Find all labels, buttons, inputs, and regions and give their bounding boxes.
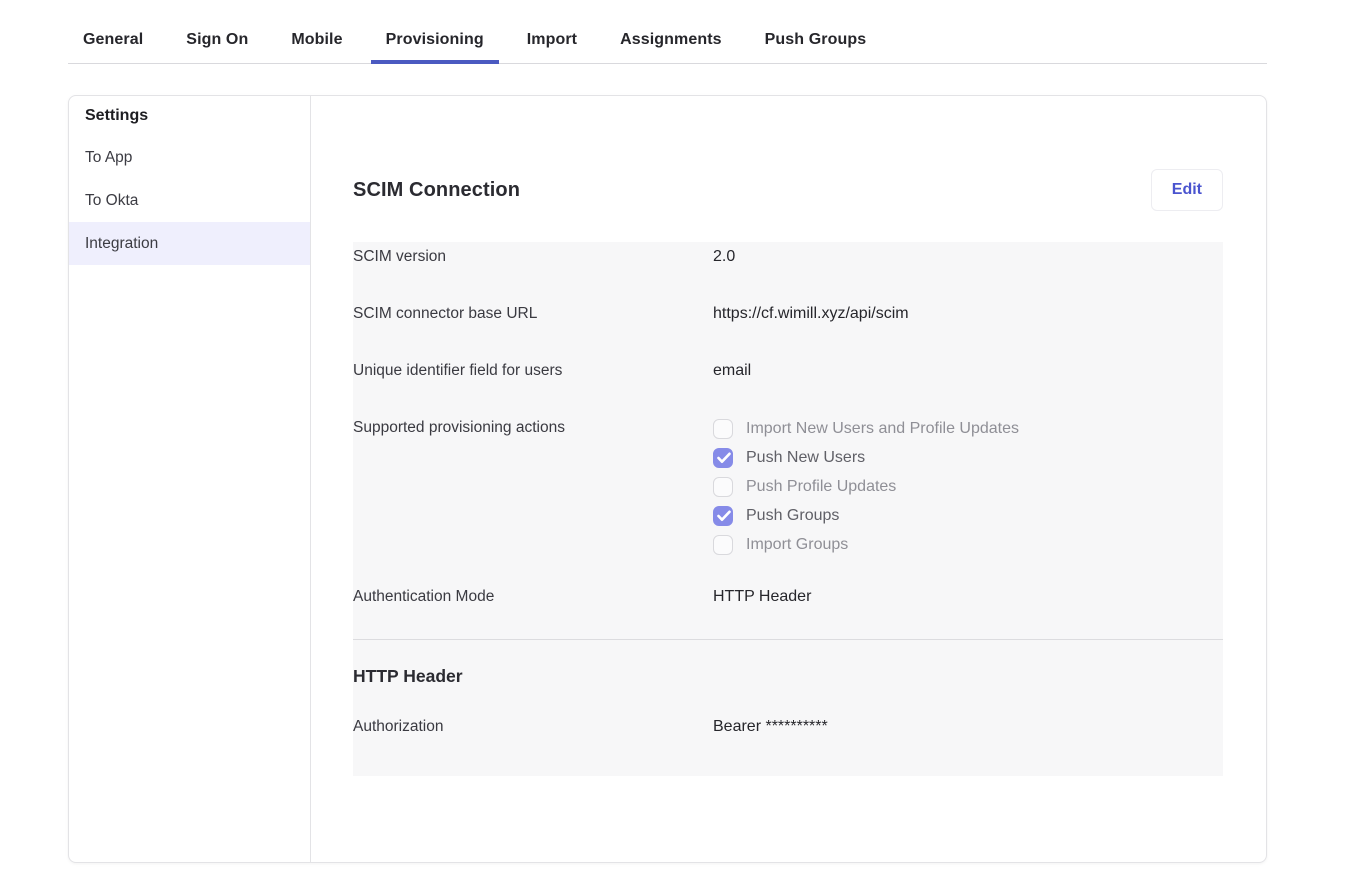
sidebar-item-integration[interactable]: Integration <box>69 222 310 265</box>
field-value: HTTP Header <box>713 588 1223 606</box>
field-label: Authorization <box>353 718 713 736</box>
tab-mobile[interactable]: Mobile <box>276 20 357 64</box>
option-push-new-users: Push New Users <box>713 443 1223 472</box>
checkbox-icon[interactable] <box>713 506 733 526</box>
checkbox-icon[interactable] <box>713 448 733 468</box>
option-label: Push New Users <box>746 449 865 467</box>
field-row-unique-identifier: Unique identifier field for users email <box>353 356 1223 413</box>
tab-provisioning[interactable]: Provisioning <box>371 20 499 64</box>
field-label: Unique identifier field for users <box>353 362 713 380</box>
app-tab-bar: General Sign On Mobile Provisioning Impo… <box>68 0 1267 64</box>
settings-sidebar: Settings To App To Okta Integration <box>69 96 311 862</box>
option-import-new-users: Import New Users and Profile Updates <box>713 414 1223 443</box>
http-header-title: HTTP Header <box>353 664 1223 688</box>
field-row-authorization: Authorization Bearer ********** <box>353 688 1223 776</box>
page-title: SCIM Connection <box>353 179 520 202</box>
field-value: https://cf.wimill.xyz/api/scim <box>713 305 1223 323</box>
field-label: Supported provisioning actions <box>353 419 713 559</box>
option-push-groups: Push Groups <box>713 501 1223 530</box>
provisioning-card: Settings To App To Okta Integration SCIM… <box>68 95 1267 863</box>
field-row-scim-version: SCIM version 2.0 <box>353 242 1223 299</box>
sidebar-item-to-app[interactable]: To App <box>69 136 310 179</box>
field-label: SCIM version <box>353 248 713 266</box>
checkbox-icon[interactable] <box>713 419 733 439</box>
field-label: SCIM connector base URL <box>353 305 713 323</box>
sidebar-heading: Settings <box>69 96 310 136</box>
tab-import[interactable]: Import <box>512 20 592 64</box>
option-push-profile-updates: Push Profile Updates <box>713 472 1223 501</box>
option-label: Push Groups <box>746 507 839 525</box>
option-import-groups: Import Groups <box>713 530 1223 559</box>
option-label: Import Groups <box>746 536 848 554</box>
option-label: Push Profile Updates <box>746 478 896 496</box>
tab-general[interactable]: General <box>68 20 158 64</box>
field-value: email <box>713 362 1223 380</box>
field-value: 2.0 <box>713 248 1223 266</box>
tab-sign-on[interactable]: Sign On <box>171 20 263 64</box>
field-label: Authentication Mode <box>353 588 713 606</box>
checkbox-icon[interactable] <box>713 535 733 555</box>
field-row-auth-mode: Authentication Mode HTTP Header <box>353 582 1223 640</box>
edit-button[interactable]: Edit <box>1151 169 1223 211</box>
tab-assignments[interactable]: Assignments <box>605 20 737 64</box>
checkbox-icon[interactable] <box>713 477 733 497</box>
provisioning-options-list: Import New Users and Profile Updates Pus… <box>713 414 1223 559</box>
field-row-provisioning-actions: Supported provisioning actions Import Ne… <box>353 413 1223 582</box>
field-row-base-url: SCIM connector base URL https://cf.wimil… <box>353 299 1223 356</box>
scim-connection-header: SCIM Connection Edit <box>353 166 1223 214</box>
field-value: Bearer ********** <box>713 718 1223 736</box>
scim-settings-panel: SCIM version 2.0 SCIM connector base URL… <box>353 242 1223 776</box>
http-header-section: HTTP Header Authorization Bearer *******… <box>353 640 1223 776</box>
tab-push-groups[interactable]: Push Groups <box>750 20 882 64</box>
sidebar-item-to-okta[interactable]: To Okta <box>69 179 310 222</box>
option-label: Import New Users and Profile Updates <box>746 420 1019 438</box>
integration-content: SCIM Connection Edit SCIM version 2.0 SC… <box>311 96 1266 862</box>
